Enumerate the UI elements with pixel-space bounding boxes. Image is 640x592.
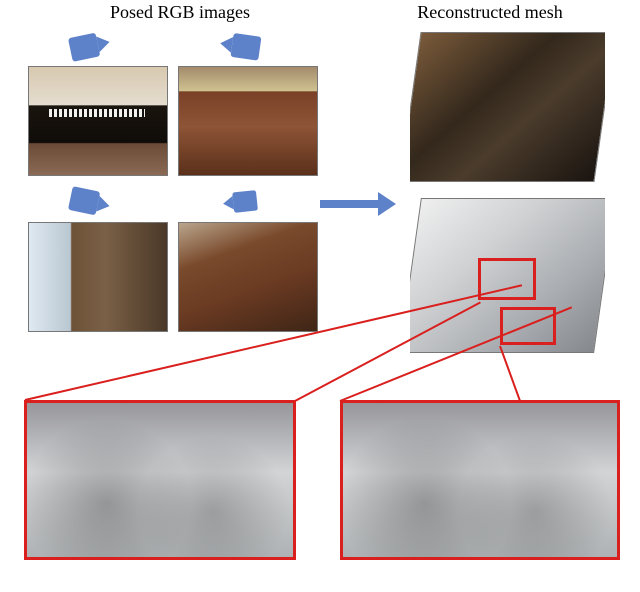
camera-icon xyxy=(68,186,112,218)
input-image-piano xyxy=(28,66,168,176)
mesh-detail-left xyxy=(24,400,296,560)
camera-icon xyxy=(222,190,258,214)
camera-icon xyxy=(219,31,262,60)
input-image-room xyxy=(28,222,168,332)
heading-posed-images: Posed RGB images xyxy=(80,2,280,23)
heading-reconstructed-mesh: Reconstructed mesh xyxy=(380,2,600,23)
input-image-sofa-close xyxy=(178,222,318,332)
input-image-sofa xyxy=(178,66,318,176)
mesh-detail-right xyxy=(340,400,620,560)
arrow-icon xyxy=(320,200,380,208)
figure-teaser: Posed RGB images Reconstructed mesh xyxy=(0,0,640,592)
piano-keys-graphic xyxy=(49,109,145,117)
reconstructed-mesh-textured xyxy=(410,32,605,182)
camera-icon xyxy=(68,30,112,62)
